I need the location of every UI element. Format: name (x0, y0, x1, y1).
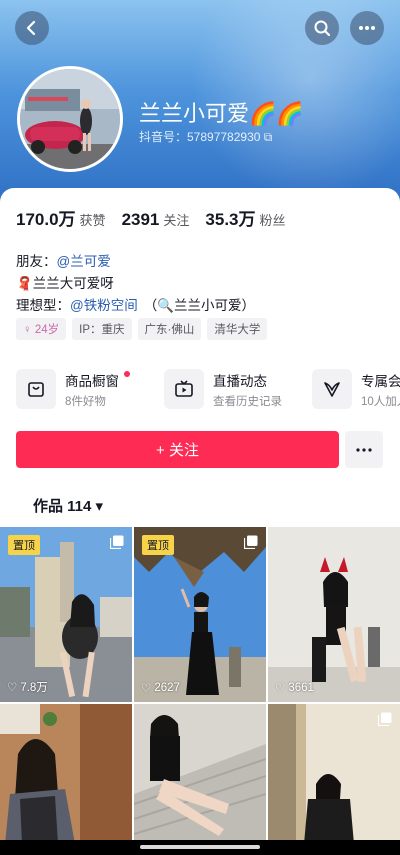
stat-number: 35.3万 (205, 210, 256, 229)
more-dots-icon (359, 26, 375, 30)
pinned-badge: 置顶 (142, 535, 174, 555)
tag-age: ♀ 24岁 (16, 318, 67, 340)
stat-label: 粉丝 (259, 213, 286, 228)
friend-mention-link[interactable]: @兰可爱 (57, 254, 111, 269)
avatar[interactable] (17, 66, 123, 172)
notification-dot (124, 371, 130, 377)
back-button[interactable] (15, 11, 49, 45)
heart-icon: ♡ (141, 683, 152, 695)
video-thumb[interactable] (134, 704, 266, 844)
feature-title: 商品橱窗 (65, 373, 119, 389)
stat-number: 170.0万 (16, 210, 76, 229)
stat-label: 关注 (163, 213, 190, 228)
tv-icon (164, 369, 204, 409)
feature-title: 直播动态 (213, 373, 267, 389)
more-menu-button[interactable] (350, 11, 384, 45)
profile-tags: ♀ 24岁 IP：重庆 广东·佛山 清华大学 (16, 318, 268, 340)
nickname: 兰兰小可爱🌈🌈 (139, 101, 304, 126)
tag-ip: IP：重庆 (72, 318, 132, 340)
heart-icon: ♡ (275, 683, 286, 695)
feature-shop-window[interactable]: 商品橱窗 8件好物 (16, 369, 164, 409)
video-thumb[interactable]: ♡ 3661 (268, 527, 400, 702)
heart-icon: ♡ (7, 682, 18, 694)
stat-followers[interactable]: 35.3万 粉丝 (205, 205, 285, 230)
feature-subtitle: 10人加入 (361, 395, 400, 408)
tag-location: 广东·佛山 (137, 318, 202, 340)
multi-image-icon (244, 535, 258, 549)
feature-subtitle: 查看历史记录 (213, 395, 282, 408)
more-dots-icon (356, 447, 372, 452)
search-button[interactable] (305, 11, 339, 45)
back-arrow-icon (26, 20, 36, 36)
thumb-image (268, 527, 400, 702)
tab-works[interactable]: 作品 114 ▾ (33, 495, 103, 516)
douyin-id[interactable]: 抖音号：57897782930 ⧉ (139, 128, 272, 145)
video-thumb[interactable]: 置顶 ♡ 7.8万 (0, 527, 132, 702)
profile-banner: 兰兰小可爱🌈🌈 抖音号：57897782930 ⧉ (0, 0, 400, 205)
search-icon (314, 20, 331, 37)
stat-likes[interactable]: 170.0万 获赞 (16, 205, 106, 230)
stat-label: 获赞 (79, 213, 106, 228)
multi-image-icon (110, 535, 124, 549)
search-term[interactable]: （🔍兰兰小可爱） (144, 298, 255, 313)
pinned-badge: 置顶 (8, 535, 40, 555)
feature-live[interactable]: 直播动态查看历史记录 (164, 369, 312, 409)
tag-school[interactable]: 清华大学 (207, 318, 268, 340)
follow-button[interactable]: + 关注 (16, 431, 339, 468)
video-thumb[interactable] (268, 704, 400, 844)
profile-more-button[interactable] (345, 431, 383, 468)
shopping-bag-icon (16, 369, 56, 409)
thumb-image (0, 704, 132, 844)
like-count: ♡ 2627 (141, 682, 180, 695)
multi-image-icon (378, 712, 392, 726)
bio-ideal-line: 理想型：@铁粉空间 （🔍兰兰小可爱） (16, 294, 255, 314)
stat-number: 2391 (121, 210, 160, 229)
friend-label: 朋友： (16, 254, 57, 269)
v-badge-icon (312, 369, 352, 409)
video-thumb[interactable]: 置顶 ♡ 2627 (134, 527, 266, 702)
feature-title: 专属会员 (361, 373, 400, 389)
video-grid: 置顶 ♡ 7.8万 置顶 ♡ 2627 ♡ 3661 (0, 527, 400, 844)
like-count: ♡ 3661 (275, 682, 314, 695)
video-thumb[interactable] (0, 704, 132, 844)
thumb-image (134, 704, 266, 844)
like-count: ♡ 7.8万 (7, 682, 48, 694)
stat-following[interactable]: 2391 关注 (122, 210, 190, 230)
ideal-mention-link[interactable]: @铁粉空间 (70, 298, 138, 313)
feature-membership[interactable]: 专属会员 10人加入 (312, 369, 400, 409)
bio-friend-line: 朋友：@兰可爱 (16, 250, 111, 270)
feature-subtitle: 8件好物 (65, 395, 106, 408)
home-indicator-bar (0, 840, 400, 855)
ideal-label: 理想型： (16, 298, 70, 313)
bio-line: 🧣兰兰大可爱呀 (16, 276, 114, 291)
stats-row: 170.0万 获赞 2391 关注 35.3万 粉丝 (16, 205, 286, 230)
avatar-photo (20, 69, 120, 169)
feature-row: 商品橱窗 8件好物 直播动态查看历史记录 专属会员 10人加入 (16, 369, 400, 409)
home-indicator[interactable] (140, 845, 260, 849)
